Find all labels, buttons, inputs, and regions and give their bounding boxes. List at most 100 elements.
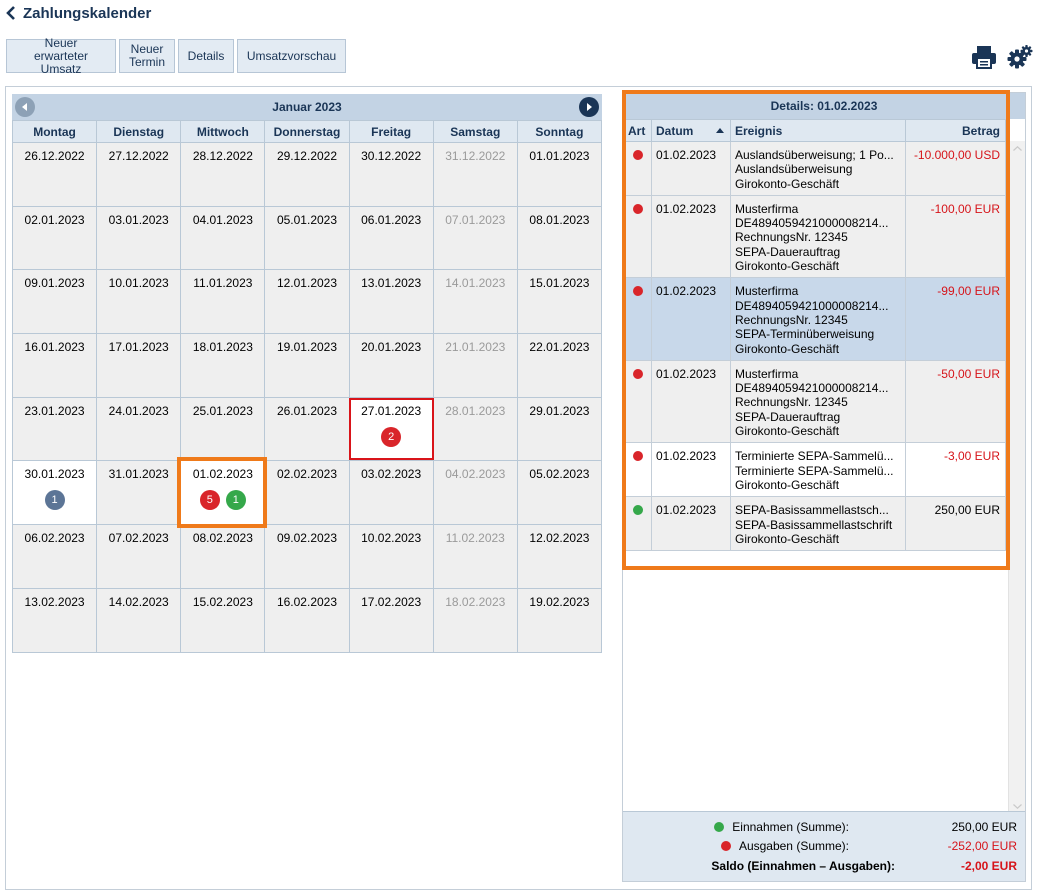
calendar-day-cell[interactable]: 15.02.2023: [180, 587, 266, 653]
calendar-day-cell[interactable]: 12.01.2023: [264, 269, 350, 335]
transaction-amount: -99,00 EUR: [905, 277, 1006, 361]
calendar-day-cell[interactable]: 23.01.2023: [11, 396, 98, 462]
calendar-day-cell[interactable]: 29.12.2022: [264, 142, 350, 207]
calendar-day-cell[interactable]: 27.12.2022: [96, 142, 182, 207]
calendar-day-cell[interactable]: 16.02.2023: [264, 587, 350, 653]
calendar-day-cell[interactable]: 06.02.2023: [11, 524, 98, 589]
column-header-betrag[interactable]: Betrag: [905, 119, 1006, 142]
calendar-day-cell[interactable]: 29.01.2023: [516, 396, 603, 462]
calendar-day-cell[interactable]: 08.01.2023: [516, 205, 603, 271]
calendar-day-cell[interactable]: 04.02.2023: [432, 460, 518, 526]
event-line: SEPA-Terminüberweisung: [735, 327, 875, 342]
calendar-day-date: 26.01.2023: [276, 403, 338, 418]
calendar-day-cell[interactable]: 30.12.2022: [348, 142, 434, 207]
calendar-day-cell[interactable]: 19.02.2023: [516, 587, 603, 653]
calendar-day-cell[interactable]: 10.01.2023: [96, 269, 182, 335]
event-line: DE4894059421000008214...: [735, 298, 889, 313]
calendar-day-cell[interactable]: 14.01.2023: [432, 269, 518, 335]
event-line: Musterfirma: [735, 366, 799, 381]
calendar-day-cell[interactable]: 18.02.2023: [432, 587, 518, 653]
calendar-day-cell[interactable]: 05.01.2023: [264, 205, 350, 271]
calendar-week-row: 26.12.2022 27.12.2022 28.12.2022 29.12.2022…: [11, 142, 603, 207]
transaction-row[interactable]: 01.02.2023 Auslandsüberweisung; 1 Po... Au…: [623, 141, 1006, 196]
calendar-day-cell[interactable]: 28.01.2023: [432, 396, 518, 462]
calendar-day-cell[interactable]: 07.02.2023: [96, 524, 182, 589]
calendar-day-cell[interactable]: 22.01.2023: [516, 333, 603, 398]
calendar-day-cell[interactable]: 13.02.2023: [11, 587, 98, 653]
transaction-preview-button[interactable]: Umsatzvorschau: [237, 39, 346, 73]
calendar-day-cell[interactable]: 18.01.2023: [180, 333, 266, 398]
new-expected-transaction-button[interactable]: Neuer erwarteter Umsatz: [6, 36, 116, 75]
transaction-row[interactable]: 01.02.2023 Musterfirma DE48940594210000082…: [623, 277, 1006, 361]
event-count-badge[interactable]: 5: [199, 490, 220, 511]
details-scrollbar[interactable]: [1008, 141, 1025, 813]
calendar-day-cell[interactable]: 25.01.2023: [180, 396, 266, 462]
calendar-day-cell[interactable]: 17.02.2023: [348, 587, 434, 653]
calendar-day-cell[interactable]: 27.01.2023 2: [348, 396, 434, 462]
transaction-type-cell: [623, 277, 652, 361]
chevron-left-icon[interactable]: [6, 6, 16, 20]
new-appointment-button[interactable]: Neuer Termin: [119, 39, 175, 73]
calendar-day-cell[interactable]: 10.02.2023: [348, 524, 434, 589]
column-header-art[interactable]: Art: [623, 119, 652, 142]
event-count-badge[interactable]: 1: [225, 490, 246, 511]
calendar-day-cell[interactable]: 03.02.2023: [348, 460, 434, 526]
transaction-row[interactable]: 01.02.2023 SEPA-Basissammellastsch... SEPA…: [623, 496, 1006, 552]
calendar-day-cell[interactable]: 17.01.2023: [96, 333, 182, 398]
calendar-day-cell[interactable]: 19.01.2023: [264, 333, 350, 398]
calendar-day-cell[interactable]: 05.02.2023: [516, 460, 603, 526]
settings-gears-icon[interactable]: [1007, 44, 1033, 70]
calendar-day-cell[interactable]: 21.01.2023: [432, 333, 518, 398]
column-header-ereignis[interactable]: Ereignis: [730, 119, 906, 142]
calendar-day-cell[interactable]: 06.01.2023: [348, 205, 434, 271]
calendar-day-cell[interactable]: 30.01.2023 1: [11, 460, 98, 526]
transaction-date: 01.02.2023: [651, 496, 731, 552]
calendar-day-cell[interactable]: 14.02.2023: [96, 587, 182, 653]
calendar-day-cell[interactable]: 11.01.2023: [180, 269, 266, 335]
calendar-day-cell[interactable]: 28.12.2022: [180, 142, 266, 207]
calendar-day-cell[interactable]: 01.01.2023: [516, 142, 603, 207]
event-count-badge[interactable]: 1: [44, 490, 65, 511]
calendar-day-cell[interactable]: 24.01.2023: [96, 396, 182, 462]
event-count-badge[interactable]: 2: [381, 426, 402, 447]
calendar-day-cell[interactable]: 26.12.2022: [11, 142, 98, 207]
details-button[interactable]: Details: [178, 39, 234, 73]
scroll-up-icon[interactable]: [1009, 141, 1026, 155]
event-line: DE4894059421000008214...: [735, 216, 889, 231]
calendar-day-date: 27.01.2023: [361, 403, 422, 418]
transaction-type-cell: [623, 496, 652, 552]
column-header-datum[interactable]: Datum: [651, 119, 731, 142]
calendar-day-cell[interactable]: 07.01.2023: [432, 205, 518, 271]
transaction-row[interactable]: 01.02.2023 Musterfirma DE48940594210000082…: [623, 194, 1006, 279]
calendar-day-cell[interactable]: 20.01.2023: [348, 333, 434, 398]
previous-month-button[interactable]: [15, 97, 35, 117]
transaction-event: Terminierte SEPA-Sammelü... Terminierte S…: [730, 442, 906, 498]
calendar-month-label: Januar 2023: [272, 100, 342, 114]
calendar-day-cell[interactable]: 09.02.2023: [264, 524, 350, 589]
calendar-day-cell[interactable]: 13.01.2023: [348, 269, 434, 335]
calendar-day-cell[interactable]: 31.01.2023: [96, 460, 182, 526]
calendar-day-date: 20.01.2023: [361, 340, 422, 355]
calendar-day-cell[interactable]: 01.02.2023 5 1: [180, 460, 266, 526]
next-month-button[interactable]: [579, 97, 599, 117]
calendar-day-date: 09.01.2023: [24, 276, 85, 291]
button-label: Umsatzvorschau: [246, 48, 337, 63]
calendar-day-cell[interactable]: 31.12.2022: [432, 142, 518, 207]
transaction-row[interactable]: 01.02.2023 Terminierte SEPA-Sammelü... Ter…: [623, 442, 1006, 498]
calendar-day-cell[interactable]: 12.02.2023: [516, 524, 603, 589]
calendar-day-cell[interactable]: 03.01.2023: [96, 205, 182, 271]
printer-icon[interactable]: [971, 44, 997, 70]
calendar-day-cell[interactable]: 02.01.2023: [11, 205, 98, 271]
calendar-day-cell[interactable]: 08.02.2023: [180, 524, 266, 589]
calendar-day-cell[interactable]: 11.02.2023: [432, 524, 518, 589]
calendar-day-cell[interactable]: 04.01.2023: [180, 205, 266, 271]
calendar-day-cell[interactable]: 15.01.2023: [516, 269, 603, 335]
transaction-row[interactable]: 01.02.2023 Musterfirma DE48940594210000082…: [623, 359, 1006, 444]
calendar-day-cell[interactable]: 02.02.2023: [264, 460, 350, 526]
calendar-day-date: 15.02.2023: [192, 594, 253, 609]
calendar-day-cell[interactable]: 16.01.2023: [11, 333, 98, 398]
calendar-day-cell[interactable]: 09.01.2023: [11, 269, 98, 335]
calendar-day-cell[interactable]: 26.01.2023: [264, 396, 350, 462]
button-label: Details: [187, 48, 225, 63]
transaction-date: 01.02.2023: [651, 277, 731, 361]
